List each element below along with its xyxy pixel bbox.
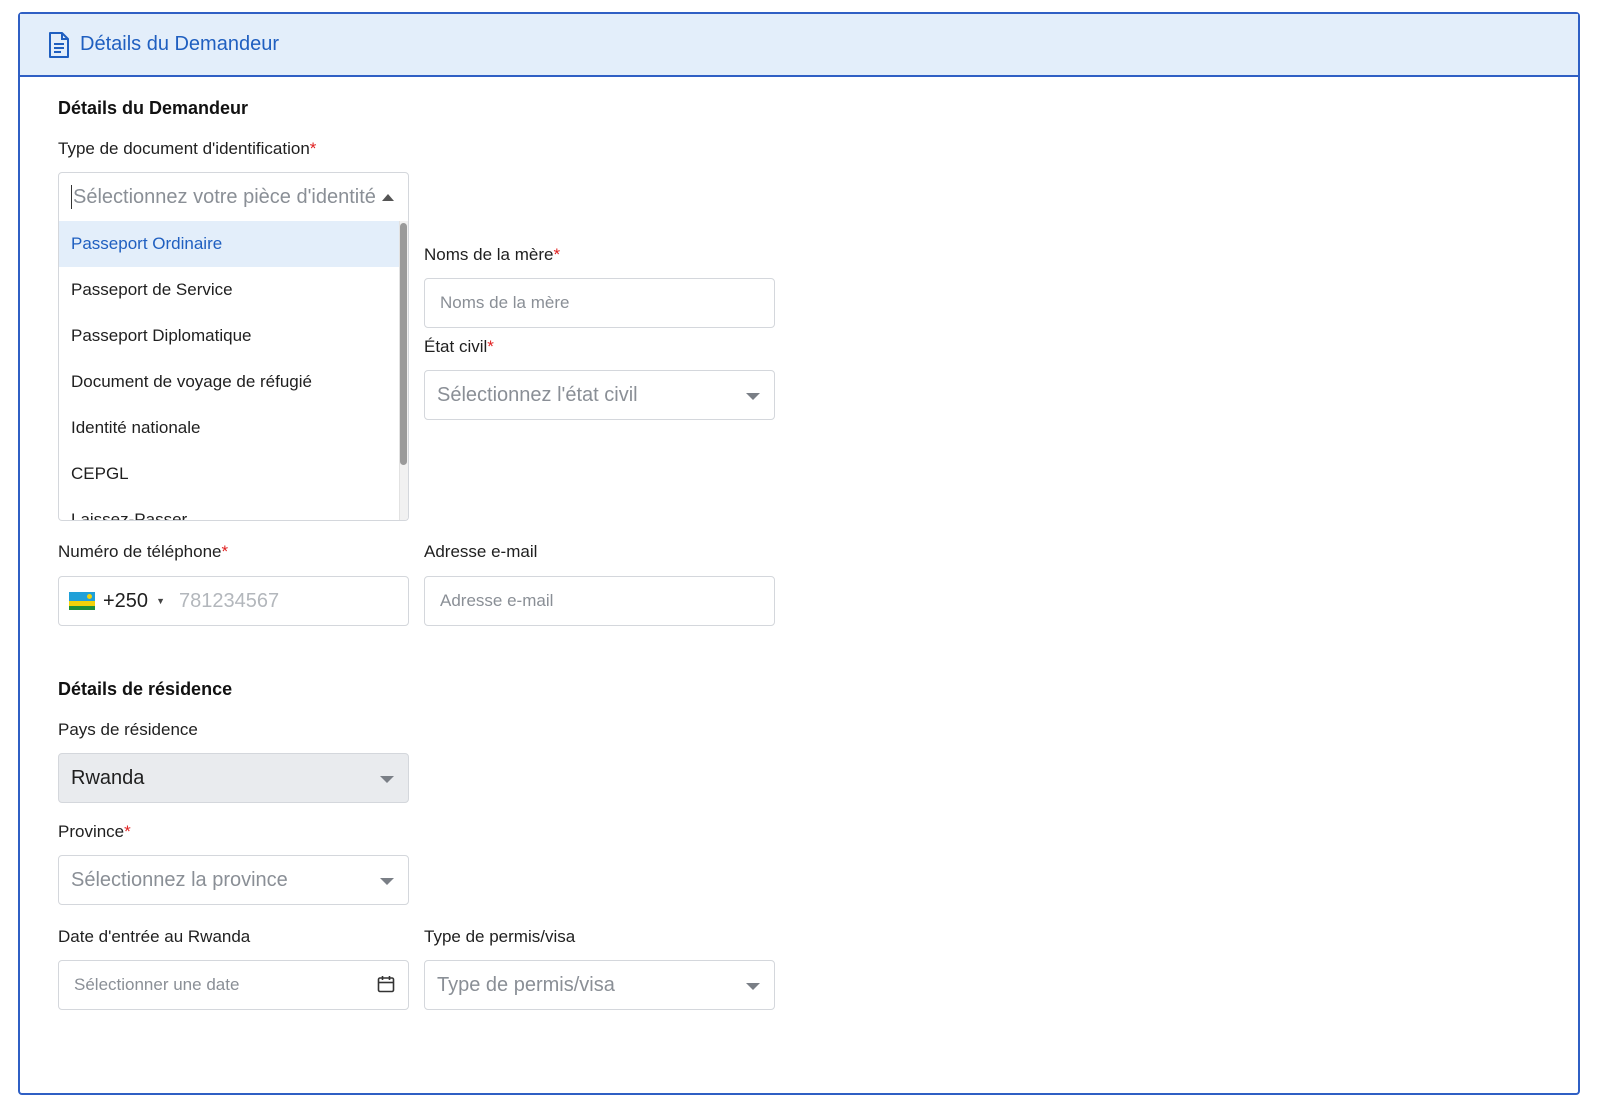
phone-label: Numéro de téléphone* [58,542,229,561]
phone-input[interactable]: +250 ▼ 781234567 [58,576,409,626]
dropdown-option[interactable]: Passeport Ordinaire [59,221,401,267]
document-icon [49,31,69,58]
permit-type-placeholder: Type de permis/visa [437,973,615,996]
entry-date-input[interactable]: Sélectionner une date [58,960,409,1010]
id-type-dropdown[interactable]: Passeport Ordinaire Passeport de Service… [58,221,409,521]
chevron-down-icon [746,393,760,400]
mother-name-placeholder: Noms de la mère [440,293,570,312]
dropdown-option[interactable]: Document de voyage de réfugié [59,359,401,405]
civil-status-label: État civil* [424,337,494,356]
chevron-up-icon [382,194,394,201]
dropdown-option[interactable]: Laissez-Passer [59,497,401,520]
dropdown-option[interactable]: CEPGL [59,451,401,497]
chevron-down-icon [380,878,394,885]
province-label: Province* [58,822,131,841]
calendar-icon[interactable] [377,975,395,993]
dropdown-option[interactable]: Passeport de Service [59,267,401,313]
civil-status-placeholder: Sélectionnez l'état civil [437,383,638,406]
country-label: Pays de résidence [58,720,198,739]
chevron-down-icon [746,983,760,990]
permit-type-label: Type de permis/visa [424,927,576,946]
province-placeholder: Sélectionnez la province [71,868,288,891]
card-title: Détails du Demandeur [80,33,279,55]
applicant-section-title: Détails du Demandeur [58,98,249,118]
scrollbar-thumb[interactable] [400,223,407,465]
id-type-select[interactable]: Sélectionnez votre pièce d'identité [58,172,409,222]
permit-type-select[interactable]: Type de permis/visa [424,960,775,1010]
id-type-placeholder: Sélectionnez votre pièce d'identité [73,185,376,208]
country-select[interactable]: Rwanda [58,753,409,803]
dropdown-option[interactable]: Identité nationale [59,405,401,451]
country-code[interactable]: +250 [103,590,148,613]
text-cursor [71,185,72,209]
dropdown-option[interactable]: Passeport Diplomatique [59,313,401,359]
country-value: Rwanda [71,766,145,789]
dropdown-scrollbar[interactable] [399,221,408,520]
email-label: Adresse e-mail [424,542,538,561]
card-header: Détails du Demandeur [20,14,1578,77]
mother-name-input[interactable]: Noms de la mère [424,278,775,328]
residence-section-title: Détails de résidence [58,679,233,699]
province-select[interactable]: Sélectionnez la province [58,855,409,905]
email-input[interactable]: Adresse e-mail [424,576,775,626]
phone-placeholder: 781234567 [178,589,280,612]
rwanda-flag-icon[interactable] [69,592,95,610]
country-code-caret-icon[interactable]: ▼ [156,596,165,606]
entry-date-label: Date d'entrée au Rwanda [58,927,251,946]
mother-name-label: Noms de la mère* [424,245,561,264]
civil-status-select[interactable]: Sélectionnez l'état civil [424,370,775,420]
id-type-label: Type de document d'identification* [58,139,317,158]
chevron-down-icon [380,776,394,783]
entry-date-placeholder: Sélectionner une date [74,975,240,994]
email-placeholder: Adresse e-mail [440,591,554,610]
